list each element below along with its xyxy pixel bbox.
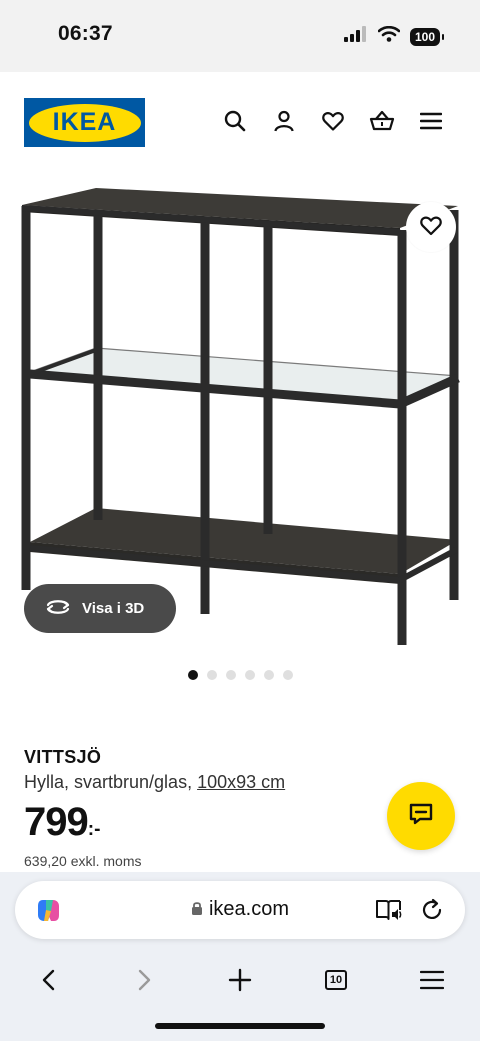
signal-icon bbox=[343, 26, 368, 47]
price-value: 799 bbox=[24, 800, 89, 844]
gallery-dot[interactable] bbox=[225, 670, 236, 680]
menu-icon[interactable] bbox=[418, 108, 444, 134]
gallery-dot[interactable] bbox=[263, 670, 274, 680]
site-header: IKEA bbox=[0, 72, 480, 172]
view-3d-button[interactable]: Visa i 3D bbox=[24, 584, 176, 633]
price-excl-vat: 639,20 exkl. moms bbox=[24, 853, 142, 869]
browser-nav-row: 10 bbox=[0, 960, 480, 1000]
tab-count: 10 bbox=[325, 970, 347, 990]
back-icon[interactable] bbox=[28, 960, 68, 1000]
address-bar[interactable]: ikea.com bbox=[15, 881, 465, 939]
product-price: 799:- bbox=[24, 800, 100, 845]
home-indicator[interactable] bbox=[155, 1023, 325, 1029]
logo-text: IKEA bbox=[52, 108, 117, 136]
search-icon[interactable] bbox=[222, 108, 248, 134]
browser-toolbar: ikea.com 10 bbox=[0, 872, 480, 1041]
wifi-icon bbox=[377, 25, 401, 47]
header-actions bbox=[222, 108, 444, 134]
view-3d-label: Visa i 3D bbox=[82, 600, 145, 617]
favorite-button[interactable] bbox=[406, 202, 456, 252]
new-tab-icon[interactable] bbox=[220, 960, 260, 1000]
reload-icon[interactable] bbox=[419, 897, 445, 928]
reader-mode-icon[interactable] bbox=[375, 897, 403, 928]
product-type: Hylla, svartbrun/glas, bbox=[24, 772, 193, 792]
gallery-dot[interactable] bbox=[244, 670, 255, 680]
ikea-logo[interactable]: IKEA bbox=[24, 98, 145, 147]
gallery-dot[interactable] bbox=[206, 670, 217, 680]
forward-icon[interactable] bbox=[125, 960, 165, 1000]
browser-menu-icon[interactable] bbox=[412, 960, 452, 1000]
chat-button[interactable] bbox=[387, 782, 455, 850]
chat-icon bbox=[408, 802, 434, 831]
product-description: Hylla, svartbrun/glas, 100x93 cm bbox=[24, 772, 285, 793]
status-icons: 100 bbox=[343, 25, 445, 47]
gallery-dot[interactable] bbox=[187, 670, 198, 680]
heart-icon bbox=[419, 214, 443, 241]
product-dimensions-link[interactable]: 100x93 cm bbox=[197, 772, 285, 792]
battery-icon: 100 bbox=[409, 27, 445, 46]
product-name: VITTSJÖ bbox=[24, 747, 102, 767]
status-time: 06:37 bbox=[58, 22, 113, 45]
account-icon[interactable] bbox=[271, 108, 297, 134]
url-text: ikea.com bbox=[208, 898, 290, 920]
gallery-pagination bbox=[0, 670, 480, 680]
logo-oval: IKEA bbox=[28, 103, 141, 142]
heart-icon[interactable] bbox=[320, 108, 346, 134]
basket-icon[interactable] bbox=[369, 108, 395, 134]
price-suffix: :- bbox=[87, 819, 101, 840]
tabs-icon[interactable]: 10 bbox=[316, 960, 356, 1000]
lock-icon bbox=[191, 899, 203, 922]
rotate-3d-icon bbox=[44, 597, 72, 621]
gallery-dot[interactable] bbox=[282, 670, 293, 680]
status-bar: 06:37 100 bbox=[0, 0, 480, 72]
